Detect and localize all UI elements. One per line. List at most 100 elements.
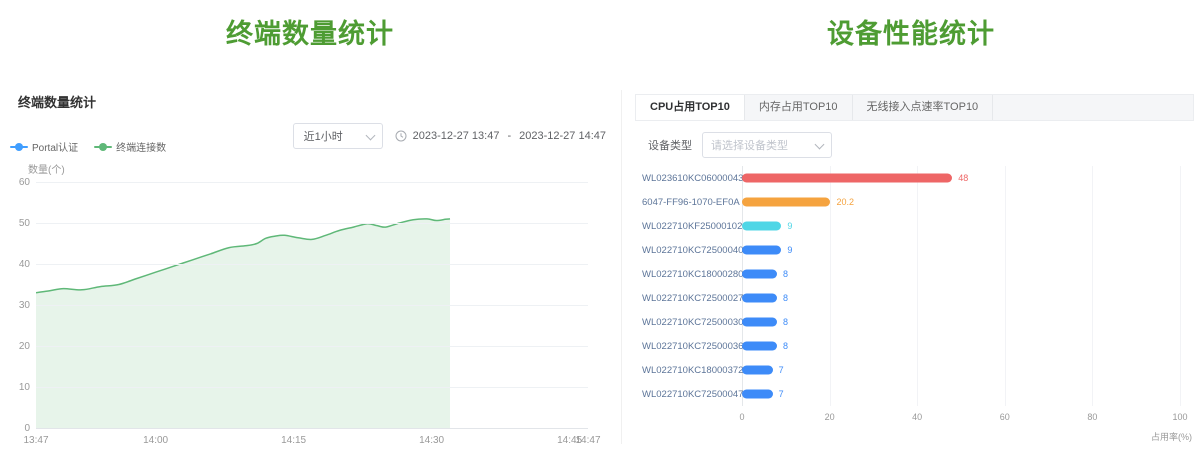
time-range-value: 近1小时	[304, 128, 343, 144]
y-axis-title: 数量(个)	[28, 161, 65, 176]
y-tick-label: 60	[6, 177, 30, 188]
legend-label: Portal认证	[32, 139, 78, 154]
date-range-picker[interactable]: 2023-12-27 13:47 - 2023-12-27 14:47	[395, 130, 606, 142]
date-end: 2023-12-27 14:47	[519, 130, 606, 142]
tab[interactable]: 内存占用TOP10	[745, 95, 853, 120]
chevron-down-icon	[815, 139, 825, 149]
x-tick-label: 13:47	[23, 435, 48, 446]
bar-track: 20.2	[742, 190, 1180, 214]
line-chart-plot: 010203040506013:4714:0014:1514:3014:4514…	[36, 182, 588, 428]
x-axis-ticks: 020406080100	[742, 412, 1180, 424]
bar-track: 8	[742, 262, 1180, 286]
bar-value-label: 9	[787, 221, 792, 231]
bar-row: WL022710KC725000369 8	[642, 334, 1180, 358]
date-start: 2023-12-27 13:47	[413, 130, 500, 142]
left-page-title: 终端数量统计	[0, 12, 620, 51]
bar-value-label: 8	[783, 293, 788, 303]
x-tick-label: 80	[1087, 412, 1097, 422]
gridline	[36, 387, 588, 388]
right-page-title: 设备性能统计	[622, 12, 1200, 51]
bar	[742, 198, 830, 207]
bar-category-label[interactable]: WL022710KC725000470	[642, 389, 742, 400]
x-tick-label: 20	[825, 412, 835, 422]
device-type-select[interactable]: 请选择设备类型	[702, 132, 832, 158]
bar-row: WL022710KF25000102 9	[642, 214, 1180, 238]
device-type-filter: 设备类型 请选择设备类型	[648, 132, 832, 158]
bar-row: WL022710KC180003727	[642, 358, 1180, 382]
time-range-select[interactable]: 近1小时	[293, 123, 383, 149]
bar-row: 6047-FF96-1070-EF0A 20.2	[642, 190, 1180, 214]
tab[interactable]: 无线接入点速率TOP10	[853, 95, 994, 120]
legend-label: 终端连接数	[116, 139, 166, 154]
x-tick-label: 60	[1000, 412, 1010, 422]
gridline	[36, 264, 588, 265]
bar-row: WL022710KC18000280 8	[642, 262, 1180, 286]
terminal-stats-panel: 终端数量统计 终端数量统计 近1小时 2023-12-27 13:47 - 20…	[0, 0, 620, 456]
x-tick-label: 14:00	[143, 435, 168, 446]
bar-chart: WL023610KC06000043 48 6047-FF96-1070-EF0A 2…	[642, 166, 1180, 406]
bar-category-label[interactable]: WL023610KC06000043	[642, 173, 742, 184]
bar-row: WL022710KC725000272 8	[642, 286, 1180, 310]
gridline	[36, 182, 588, 183]
gridline	[36, 223, 588, 224]
device-type-label: 设备类型	[648, 137, 692, 153]
bar-category-label[interactable]: WL022710KC725000272	[642, 293, 742, 304]
bar	[742, 366, 773, 375]
bar	[742, 222, 781, 231]
device-performance-panel: 设备性能统计 CPU占用TOP10内存占用TOP10无线接入点速率TOP10 设…	[622, 0, 1200, 456]
bar-category-label[interactable]: WL022710KC725000409	[642, 245, 742, 256]
bar-row: WL022710KC725000307 8	[642, 310, 1180, 334]
bar-category-label[interactable]: WL022710KC725000369	[642, 341, 742, 352]
bar-track: 9	[742, 238, 1180, 262]
bar	[742, 246, 781, 255]
legend-item[interactable]: Portal认证	[10, 139, 78, 154]
legend-item[interactable]: 终端连接数	[94, 139, 166, 154]
bar-row: WL023610KC06000043 48	[642, 166, 1180, 190]
y-tick-label: 0	[6, 423, 30, 434]
left-panel-title: 终端数量统计	[18, 92, 96, 111]
bar-row: WL022710KC725000470 7	[642, 382, 1180, 406]
chart-legend: Portal认证 终端连接数	[10, 139, 166, 154]
y-tick-label: 20	[6, 341, 30, 352]
bar-category-label[interactable]: WL022710KC725000307	[642, 317, 742, 328]
bar-track: 9	[742, 214, 1180, 238]
bar	[742, 342, 777, 351]
x-tick-label: 100	[1172, 412, 1187, 422]
y-tick-label: 40	[6, 259, 30, 270]
tab[interactable]: CPU占用TOP10	[636, 95, 745, 120]
bar-track: 8	[742, 334, 1180, 358]
bar-category-label[interactable]: WL022710KF25000102	[642, 221, 742, 232]
dashboard: 终端数量统计 终端数量统计 近1小时 2023-12-27 13:47 - 20…	[0, 0, 1200, 456]
bar-value-label: 20.2	[836, 197, 854, 207]
gridline	[1180, 166, 1181, 406]
bar-value-label: 8	[783, 269, 788, 279]
bar-track: 7	[742, 358, 1180, 382]
y-tick-label: 10	[6, 382, 30, 393]
bar	[742, 174, 952, 183]
bar-value-label: 7	[779, 389, 784, 399]
bar-track: 8	[742, 286, 1180, 310]
top10-tabs: CPU占用TOP10内存占用TOP10无线接入点速率TOP10	[635, 94, 1194, 121]
bar	[742, 318, 777, 327]
legend-marker-icon	[10, 142, 28, 151]
bar	[742, 390, 773, 399]
bar-value-label: 8	[783, 341, 788, 351]
bar-value-label: 9	[787, 245, 792, 255]
bar-category-label[interactable]: WL022710KC18000372	[642, 365, 742, 376]
bar-row: WL022710KC725000409 9	[642, 238, 1180, 262]
bar-track: 7	[742, 382, 1180, 406]
bar-category-label[interactable]: WL022710KC18000280	[642, 269, 742, 280]
bar-category-label[interactable]: 6047-FF96-1070-EF0A	[642, 197, 742, 208]
y-tick-label: 50	[6, 218, 30, 229]
x-axis-line	[36, 428, 588, 429]
chevron-down-icon	[365, 130, 375, 140]
bar	[742, 270, 777, 279]
left-chart-controls: 近1小时 2023-12-27 13:47 - 2023-12-27 14:47	[293, 123, 606, 149]
bar-value-label: 48	[958, 173, 968, 183]
bar-value-label: 8	[783, 317, 788, 327]
bar-track: 48	[742, 166, 1180, 190]
legend-marker-icon	[94, 142, 112, 151]
clock-icon	[395, 130, 407, 142]
gridline	[36, 305, 588, 306]
x-tick-label: 0	[739, 412, 744, 422]
